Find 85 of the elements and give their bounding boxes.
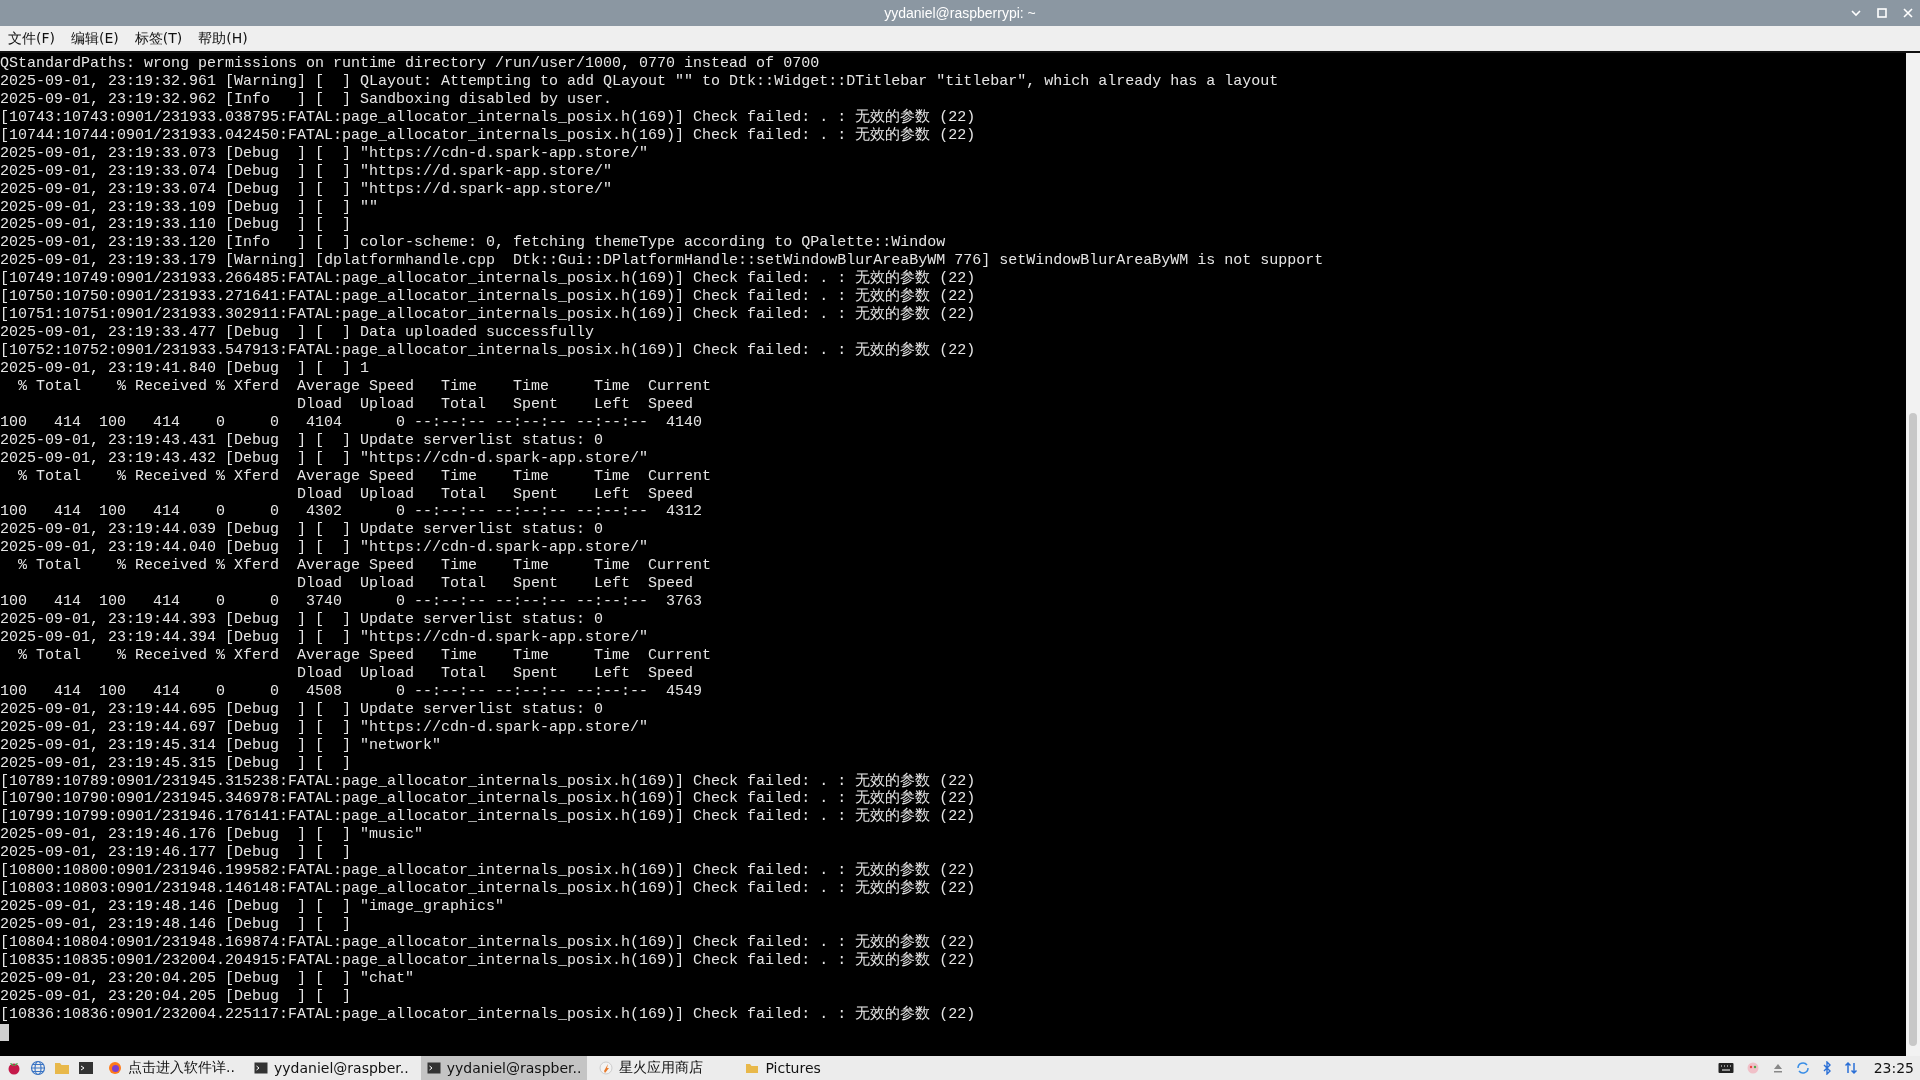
text-cursor — [0, 1024, 9, 1042]
close-icon[interactable] — [1902, 7, 1914, 19]
terminal-line: 2025-09-01, 23:19:33.110 [Debug ] [ ] — [0, 216, 353, 235]
globe-icon[interactable] — [30, 1060, 46, 1076]
terminal-line: 2025-09-01, 23:19:44.695 [Debug ] [ ] Update serverlist status: 0 — [0, 700, 605, 719]
raspberry-icon[interactable] — [6, 1060, 22, 1076]
folder-icon[interactable] — [54, 1060, 70, 1076]
eject-icon[interactable] — [1771, 1062, 1784, 1074]
terminal-line: % Total % Received % Xferd Average Speed Time Time Time Current — [17, 377, 713, 396]
terminal-line: [10750:10750:0901/231933.271641:FATAL:page_allocator_internals_posix.h(169)] Check failed: . : 无效的参数 (22) — [0, 288, 977, 306]
terminal-line: 2025-09-01, 23:19:44.040 [Debug ] [ ] "https://cdn-d.spark-app.store/" — [0, 539, 650, 558]
terminal-line: % Total % Received % Xferd Average Speed Time Time Time Current — [17, 557, 713, 576]
terminal-line: [10743:10743:0901/231933.038795:FATAL:page_allocator_internals_posix.h(169)] Check failed: . : 无效的参数 (22) — [0, 108, 977, 126]
window-title: yydaniel@raspberrypi: ~ — [884, 5, 1036, 21]
terminal-line: [10836:10836:0901/232004.225117:FATAL:page_allocator_internals_posix.h(169)] Check failed: . : 无效的参数 (22) — [0, 1005, 977, 1024]
scrollbar-thumb[interactable] — [1909, 413, 1917, 1046]
taskbar-task[interactable]: Pictures — [739, 1056, 880, 1080]
terminal-line: 2025-09-01, 23:19:48.146 [Debug ] [ ] "image_graphics" — [0, 898, 506, 916]
terminal-line: 2025-09-01, 23:19:43.432 [Debug ] [ ] "https://cdn-d.spark-app.store/" — [0, 449, 650, 468]
terminal-icon[interactable] — [78, 1060, 94, 1076]
terminal-line: 2025-09-01, 23:19:41.840 [Debug ] [ ] 1 — [0, 359, 371, 378]
spark-icon — [599, 1061, 614, 1075]
terminal-line: 100 414 100 414 0 0 4104 0 --:--:-- --:--:-- --:--:-- 4140 — [0, 413, 704, 432]
terminal-line: 2025-09-01, 23:19:48.146 [Debug ] [ ] — [0, 916, 353, 934]
sync-icon[interactable] — [1795, 1061, 1810, 1075]
terminal-line: 2025-09-01, 23:19:45.314 [Debug ] [ ] "network" — [0, 736, 443, 755]
terminal-line: % Total % Received % Xferd Average Speed Time Time Time Current — [17, 646, 713, 665]
terminal-line: [10744:10744:0901/231933.042450:FATAL:page_allocator_internals_posix.h(169)] Check failed: . : 无效的参数 (22) — [0, 126, 977, 145]
network-arrows-icon[interactable] — [1843, 1061, 1858, 1075]
taskbar-task[interactable]: yydaniel@raspber.. — [420, 1056, 588, 1080]
terminal-line: Dload Upload Total Spent Left Speed — [296, 485, 695, 504]
terminal-line: 2025-09-01, 23:20:04.205 [Debug ] [ ] — [0, 987, 353, 1006]
chevron-down-icon[interactable] — [1850, 7, 1862, 19]
terminal-line: 2025-09-01, 23:19:44.393 [Debug ] [ ] Update serverlist status: 0 — [0, 611, 605, 629]
terminal-line: 100 414 100 414 0 0 4508 0 --:--:-- --:--:-- --:--:-- 4549 — [0, 682, 704, 701]
terminal-line: 2025-09-01, 23:19:33.074 [Debug ] [ ] "https://d.spark-app.store/" — [0, 180, 614, 199]
terminal-line: 2025-09-01, 23:19:44.697 [Debug ] [ ] "https://cdn-d.spark-app.store/" — [0, 718, 650, 737]
maximize-icon[interactable] — [1876, 7, 1888, 19]
terminal-line: 2025-09-01, 23:19:43.431 [Debug ] [ ] Update serverlist status: 0 — [0, 431, 605, 450]
taskbar-task[interactable]: yydaniel@raspber.. — [248, 1056, 415, 1080]
terminal-line: 2025-09-01, 23:19:32.961 [Warning] [ ] QLayout: Attempting to add QLayout "" to Dtk::Widget::DTitlebar "titlebar", which already has a layout — [0, 72, 1280, 91]
terminal-line: 2025-09-01, 23:19:44.039 [Debug ] [ ] Update serverlist status: 0 — [0, 521, 605, 540]
menu-item[interactable]: 标签(T) — [134, 29, 183, 48]
scrollbar[interactable] — [1906, 53, 1920, 1056]
terminal-icon — [254, 1061, 268, 1075]
terminal-line: 2025-09-01, 23:19:33.073 [Debug ] [ ] "https://cdn-d.spark-app.store/" — [0, 144, 650, 163]
terminal-line: 2025-09-01, 23:19:46.176 [Debug ] [ ] "music" — [0, 826, 425, 845]
terminal-line: % Total % Received % Xferd Average Speed Time Time Time Current — [17, 467, 713, 486]
terminal-line: 2025-09-01, 23:19:45.315 [Debug ] [ ] — [0, 754, 353, 773]
taskbar-task[interactable]: 星火应用商店 — [593, 1056, 734, 1080]
terminal-line: 2025-09-01, 23:19:33.120 [Info ] [ ] color-scheme: 0, fetching themeType according to QPalette::Window — [0, 234, 947, 253]
clock[interactable]: 23:25 — [1873, 1060, 1914, 1076]
terminal-line: 2025-09-01, 23:19:33.074 [Debug ] [ ] "https://d.spark-app.store/" — [0, 162, 614, 181]
terminal-line: 2025-09-01, 23:19:33.477 [Debug ] [ ] Data uploaded successfully — [0, 324, 596, 342]
terminal-line: 100 414 100 414 0 0 4302 0 --:--:-- --:--:-- --:--:-- 4312 — [0, 503, 704, 522]
terminal-line: 2025-09-01, 23:20:04.205 [Debug ] [ ] "chat" — [0, 969, 416, 988]
terminal-line: 2025-09-01, 23:19:44.394 [Debug ] [ ] "https://cdn-d.spark-app.store/" — [0, 629, 650, 647]
terminal-line: [10835:10835:0901/232004.204915:FATAL:page_allocator_internals_posix.h(169)] Check failed: . : 无效的参数 (22) — [0, 951, 977, 970]
terminal-line: [10800:10800:0901/231946.199582:FATAL:page_allocator_internals_posix.h(169)] Check failed: . : 无效的参数 (22) — [0, 862, 977, 880]
folder-icon — [745, 1061, 760, 1075]
terminal-line: [10804:10804:0901/231948.169874:FATAL:page_allocator_internals_posix.h(169)] Check failed: . : 无效的参数 (22) — [0, 933, 977, 951]
fox-icon — [108, 1061, 122, 1075]
menu-item[interactable]: 编辑(E) — [71, 29, 119, 48]
taskbar-task[interactable]: 点击进入软件详.. — [102, 1056, 242, 1080]
terminal-line: 100 414 100 414 0 0 3740 0 --:--:-- --:--:-- --:--:-- 3763 — [0, 593, 704, 612]
terminal-line: 2025-09-01, 23:19:33.109 [Debug ] [ ] "" — [0, 198, 380, 217]
terminal-line: [10789:10789:0901/231945.315238:FATAL:page_allocator_internals_posix.h(169)] Check failed: . : 无效的参数 (22) — [0, 772, 977, 790]
terminal-line: 2025-09-01, 23:19:46.177 [Debug ] [ ] — [0, 844, 353, 863]
terminal-line: Dload Upload Total Spent Left Speed — [296, 395, 695, 414]
terminal-icon — [426, 1061, 441, 1075]
terminal-line: 2025-09-01, 23:19:33.179 [Warning] [dplatformhandle.cpp Dtk::Gui::DPlatformHandle::setWindowBlurAreaByWM 776] setWindowBlurAreaByWM is not support — [0, 252, 1325, 270]
terminal-line: [10799:10799:0901/231946.176141:FATAL:page_allocator_internals_posix.h(169)] Check failed: . : 无效的参数 (22) — [0, 808, 977, 827]
terminal-line: [10751:10751:0901/231933.302911:FATAL:page_allocator_internals_posix.h(169)] Check failed: . : 无效的参数 (22) — [0, 306, 977, 325]
menu-item[interactable]: 文件(F) — [8, 29, 55, 48]
terminal-line: [10752:10752:0901/231933.547913:FATAL:page_allocator_internals_posix.h(169)] Check failed: . : 无效的参数 (22) — [0, 342, 977, 360]
menu-item[interactable]: 帮助(H) — [198, 29, 248, 48]
terminal-line: QStandardPaths: wrong permissions on runtime directory /run/user/1000, 0770 instead of 0700 — [0, 55, 821, 73]
terminal-line: 2025-09-01, 23:19:32.962 [Info ] [ ] Sandboxing disabled by user. — [0, 90, 614, 109]
terminal-line: [10749:10749:0901/231933.266485:FATAL:page_allocator_internals_posix.h(169)] Check failed: . : 无效的参数 (22) — [0, 270, 977, 288]
terminal-line: [10803:10803:0901/231948.146148:FATAL:page_allocator_internals_posix.h(169)] Check failed: . : 无效的参数 (22) — [0, 880, 977, 899]
bluetooth-icon[interactable] — [1821, 1061, 1832, 1075]
terminal-line: Dload Upload Total Spent Left Speed — [296, 575, 695, 594]
terminal-line: Dload Upload Total Spent Left Speed — [296, 664, 695, 683]
keyboard-icon[interactable] — [1717, 1062, 1734, 1074]
terminal-line: [10790:10790:0901/231945.346978:FATAL:page_allocator_internals_posix.h(169)] Check failed: . : 无效的参数 (22) — [0, 790, 977, 808]
